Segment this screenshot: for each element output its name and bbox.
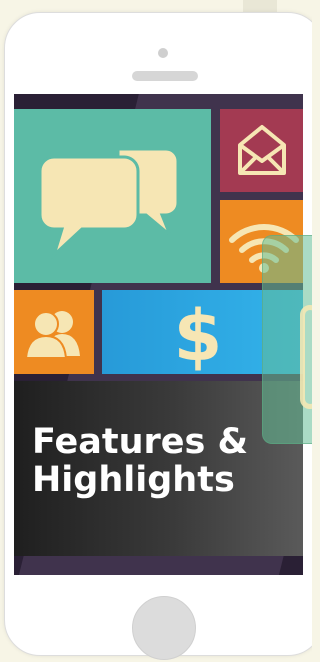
- tile-chat[interactable]: [14, 109, 211, 283]
- features-banner: Features & Highlights: [14, 381, 303, 556]
- app-stage: $ Features & Highlights: [0, 0, 312, 662]
- people-icon: [24, 311, 80, 359]
- tile-people[interactable]: [14, 290, 94, 374]
- banner-title: Features & Highlights: [32, 423, 292, 499]
- phone-screen: $ Features & Highlights: [14, 94, 303, 575]
- top-notch: [243, 0, 277, 12]
- home-button[interactable]: [132, 596, 196, 660]
- tile-mail[interactable]: [220, 109, 303, 192]
- banner-title-line-2: Highlights: [32, 460, 235, 500]
- camera-icon: [158, 48, 168, 58]
- speaker-grille: [132, 71, 198, 81]
- svg-text:$: $: [174, 295, 223, 374]
- device-outline-icon: [300, 305, 312, 409]
- envelope-icon: [238, 125, 286, 175]
- banner-title-line-1: Features &: [32, 422, 249, 462]
- chat-bubbles-icon: [38, 147, 180, 260]
